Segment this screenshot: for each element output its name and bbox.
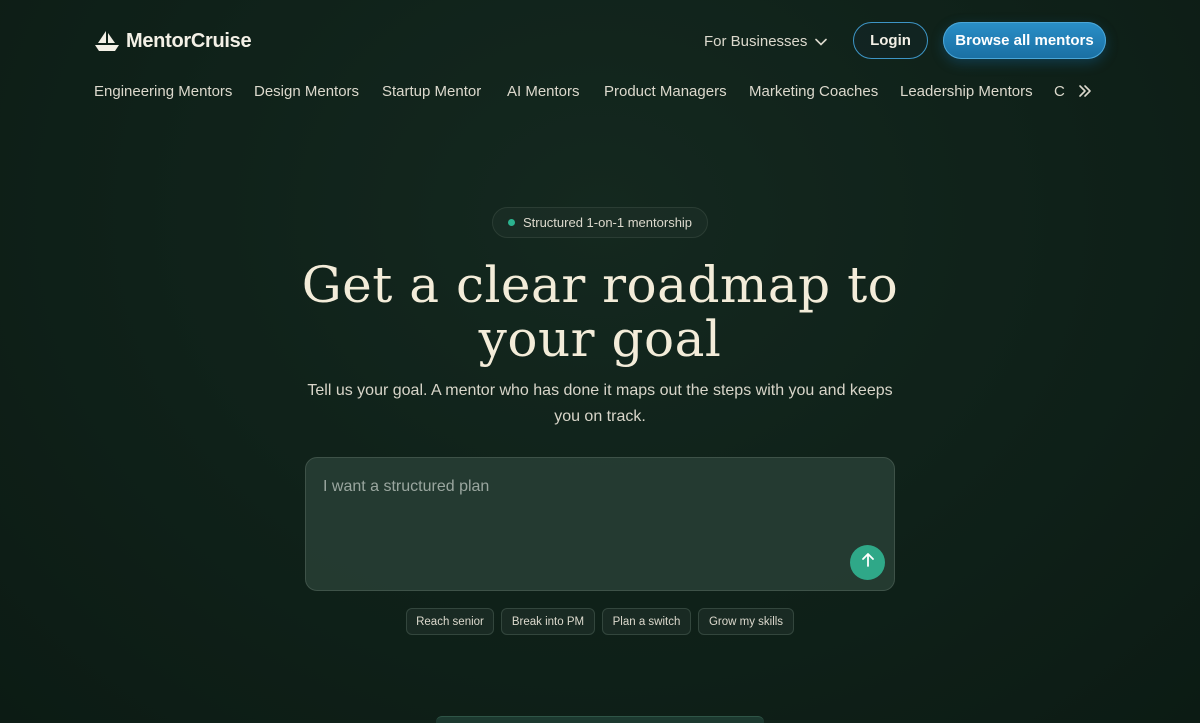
category-link-ai[interactable]: AI Mentors	[507, 80, 580, 104]
send-button[interactable]	[850, 545, 885, 580]
subtitle-line-1: Tell us your goal. A mentor who has done…	[307, 382, 893, 399]
mentorship-badge: Structured 1-on-1 mentorship	[492, 207, 708, 238]
title-line-1: Get a clear roadmap to	[301, 256, 899, 314]
chevron-double-right-icon[interactable]	[1078, 81, 1096, 101]
title-line-2: your goal	[478, 310, 722, 368]
hero-subtitle: Tell us your goal. A mentor who has done…	[300, 378, 900, 430]
category-navigation: Engineering Mentors Design Mentors Start…	[94, 80, 1074, 104]
category-link-startup[interactable]: Startup Mentor	[382, 80, 481, 104]
category-link-leadership[interactable]: Leadership Mentors	[900, 80, 1033, 104]
category-link-marketing[interactable]: Marketing Coaches	[749, 80, 878, 104]
suggestion-chip-grow-my-skills[interactable]: Grow my skills	[698, 608, 794, 635]
category-link-product[interactable]: Product Managers	[604, 80, 727, 104]
logo[interactable]: MentorCruise	[94, 28, 252, 54]
top-navigation: MentorCruise For Businesses Login Browse…	[0, 0, 1200, 82]
status-dot-icon	[507, 219, 515, 226]
suggestion-chip-reach-senior[interactable]: Reach senior	[406, 608, 494, 635]
badge-label: Structured 1-on-1 mentorship	[522, 215, 693, 230]
for-businesses-dropdown[interactable]: For Businesses	[704, 30, 828, 52]
suggestion-chips: Reach senior Break into PM Plan a switch…	[0, 608, 1200, 635]
brand-name: MentorCruise	[126, 29, 252, 52]
browse-all-mentors-button[interactable]: Browse all mentors	[943, 22, 1106, 59]
for-businesses-label: For Businesses	[704, 32, 808, 50]
category-link-design[interactable]: Design Mentors	[254, 80, 359, 104]
chevron-down-icon	[815, 33, 828, 50]
suggestion-chip-break-into-pm[interactable]: Break into PM	[501, 608, 595, 635]
page-title: Get a clear roadmap to your goal	[250, 258, 950, 366]
arrow-up-icon	[861, 552, 875, 573]
goal-input-box	[305, 457, 895, 591]
goal-input[interactable]	[323, 478, 843, 538]
suggestion-chip-plan-a-switch[interactable]: Plan a switch	[602, 608, 691, 635]
category-link-engineering[interactable]: Engineering Mentors	[94, 80, 232, 104]
sailboat-icon	[94, 30, 120, 52]
subtitle-line-2: you on track.	[554, 408, 646, 425]
login-button[interactable]: Login	[853, 22, 928, 59]
category-link-truncated[interactable]: C	[1054, 80, 1065, 104]
